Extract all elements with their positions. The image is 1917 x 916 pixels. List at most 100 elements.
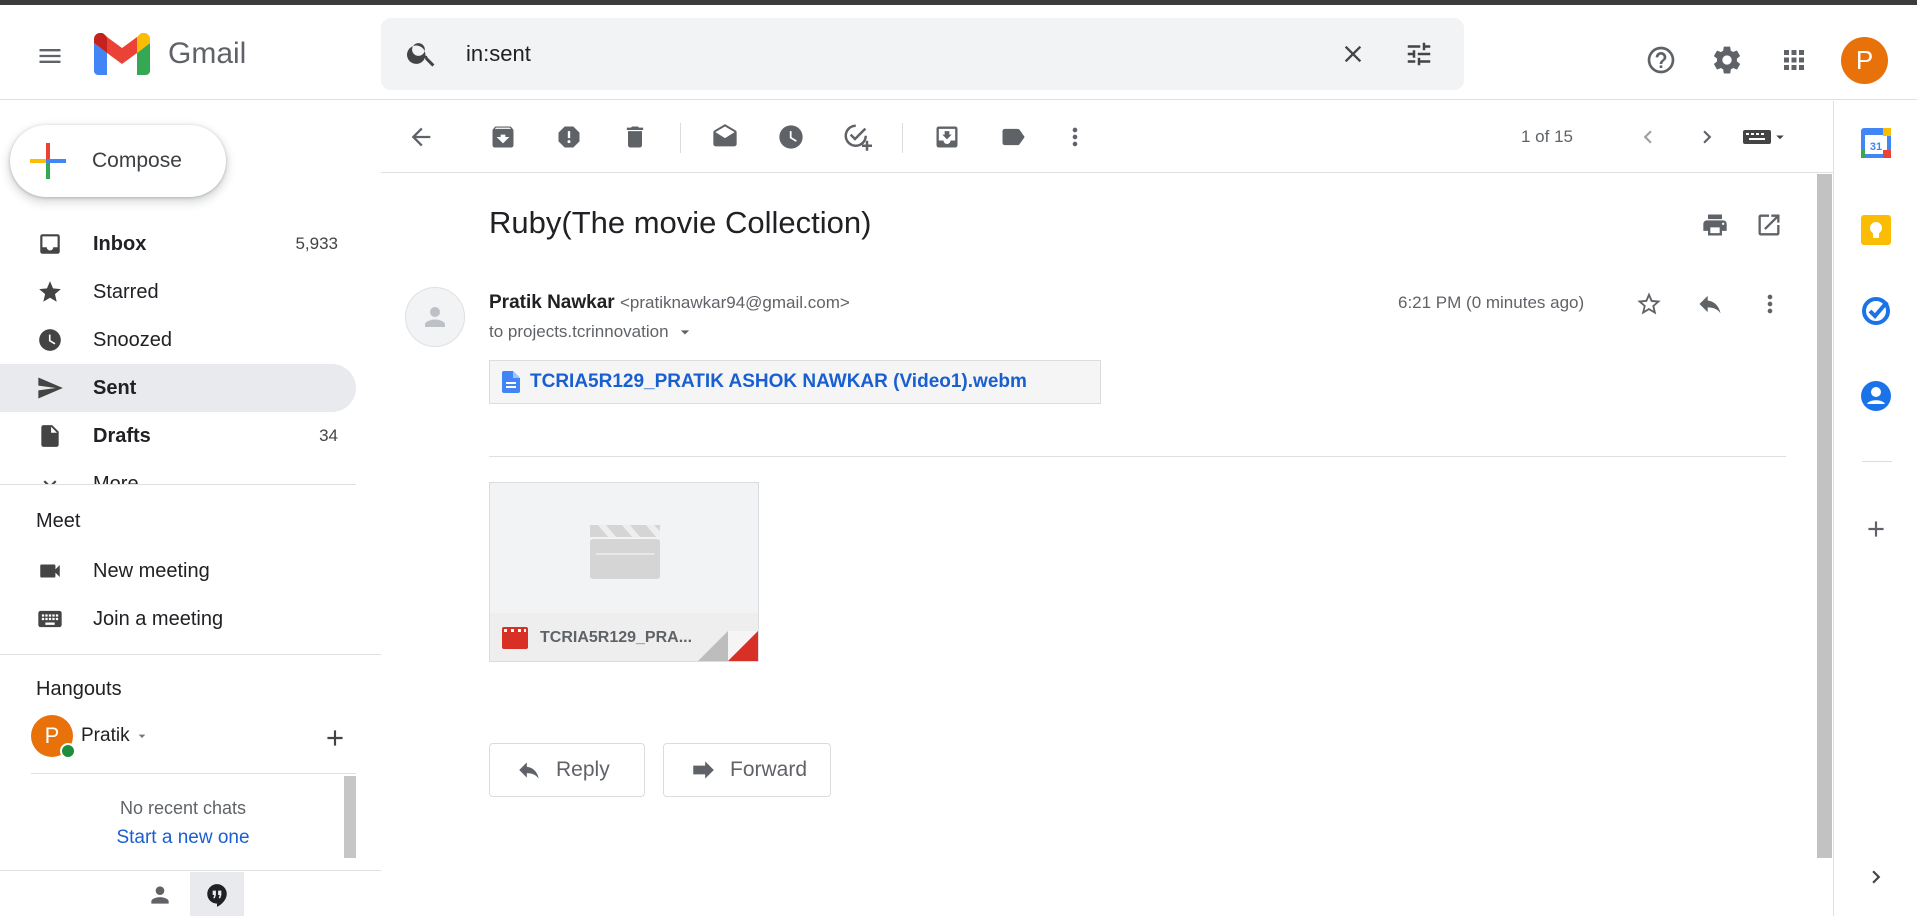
message-toolbar: 1 of 15 (381, 101, 1833, 173)
meet-section-title: Meet (36, 510, 81, 532)
chats-scrollbar[interactable] (344, 776, 356, 858)
apps-grid-icon (1784, 50, 1804, 70)
close-icon (1344, 45, 1362, 63)
start-new-chat-link[interactable]: Start a new one (31, 827, 335, 849)
reply-icon (519, 762, 539, 779)
open-new-window-button[interactable] (1747, 203, 1791, 247)
sidebar-item-more[interactable]: More (0, 460, 356, 484)
dropdown-arrow-icon (680, 330, 689, 335)
archive-icon (492, 126, 514, 148)
report-spam-button[interactable] (547, 115, 591, 159)
sender-name[interactable]: Pratik Nawkar (489, 292, 615, 313)
sidebar-item-sent[interactable]: Sent (0, 364, 356, 412)
more-actions-button[interactable] (1053, 115, 1097, 159)
snooze-button[interactable] (769, 115, 813, 159)
contacts-icon (1861, 381, 1891, 411)
hangouts-status-selector[interactable]: P Pratik (31, 714, 150, 759)
email-subject: Ruby(The movie Collection) (489, 205, 872, 240)
chevron-down-icon (36, 470, 64, 484)
account-avatar[interactable]: P (1841, 37, 1888, 84)
star-outline-icon (1637, 292, 1661, 315)
sidebar-item-label: Snoozed (93, 328, 172, 351)
mark-unread-button[interactable] (703, 115, 747, 159)
toolbar-divider (902, 123, 903, 153)
hangouts-tab[interactable] (190, 872, 244, 916)
forward-button[interactable]: Forward (663, 743, 831, 797)
plus-icon (1868, 521, 1884, 537)
person-icon (425, 307, 445, 327)
add-task-icon (844, 124, 872, 151)
search-options-button[interactable] (1399, 34, 1439, 74)
recipient-text: to projects.tcrinnovation (489, 322, 669, 341)
attachment-card-name: TCRIA5R129_PRA... (540, 629, 693, 646)
contacts-tab[interactable] (140, 877, 180, 913)
compose-label: Compose (92, 149, 182, 172)
newer-button[interactable] (1626, 115, 1670, 159)
calendar-addon-button[interactable]: 31 (1854, 121, 1898, 165)
print-all-button[interactable] (1693, 203, 1737, 247)
hangouts-section-title: Hangouts (36, 678, 122, 700)
reply-label: Reply (556, 758, 610, 781)
join-meeting-button[interactable]: Join a meeting (0, 597, 356, 641)
clock-icon (779, 125, 803, 149)
keep-addon-button[interactable] (1854, 208, 1898, 252)
inbox-icon (36, 230, 64, 258)
new-meeting-button[interactable]: New meeting (0, 549, 356, 593)
attachment-corner-fold-icon (698, 631, 758, 661)
sidebar-item-label: Drafts (93, 424, 151, 447)
sender-avatar[interactable] (405, 287, 465, 347)
side-panel: 31 (1833, 101, 1917, 916)
tasks-addon-button[interactable] (1854, 289, 1898, 333)
pager-text: 1 of 15 (1521, 127, 1573, 146)
person-icon (151, 886, 169, 904)
search-bar[interactable] (381, 18, 1464, 90)
sidebar-item-drafts[interactable]: Drafts 34 (0, 412, 356, 460)
sidebar-item-label: Inbox (93, 232, 147, 255)
add-to-tasks-button[interactable] (835, 115, 879, 159)
back-button[interactable] (399, 115, 443, 159)
compose-plus-icon (30, 143, 66, 179)
settings-button[interactable] (1704, 37, 1750, 83)
message-scrollbar[interactable] (1817, 174, 1832, 858)
clock-icon (36, 326, 64, 354)
sender-line: Pratik Nawkar <pratiknawkar94@gmail.com> (489, 292, 850, 314)
reply-icon (1699, 295, 1721, 314)
no-recent-chats-text: No recent chats (119, 798, 247, 818)
input-tools-button[interactable] (1721, 115, 1811, 159)
contacts-addon-button[interactable] (1854, 374, 1898, 418)
search-input[interactable] (466, 38, 1266, 70)
google-apps-button[interactable] (1771, 37, 1817, 83)
sidebar-item-starred[interactable]: Starred (0, 268, 356, 316)
compose-button[interactable]: Compose (10, 125, 226, 197)
sidebar-item-inbox[interactable]: Inbox 5,933 (0, 220, 356, 268)
main-menu-button[interactable] (26, 32, 74, 80)
top-bar: Gmail P (0, 5, 1917, 100)
recipients-toggle[interactable]: to projects.tcrinnovation (489, 322, 695, 342)
sidebar-item-label: Starred (93, 280, 159, 303)
file-icon (502, 371, 520, 393)
move-to-button[interactable] (925, 115, 969, 159)
new-chat-button[interactable] (317, 720, 353, 756)
clear-search-button[interactable] (1333, 34, 1373, 74)
star-message-button[interactable] (1627, 282, 1671, 326)
hide-side-panel-button[interactable] (1854, 855, 1898, 899)
sender-email: <pratiknawkar94@gmail.com> (619, 293, 850, 312)
gmail-logo[interactable]: Gmail (94, 33, 246, 75)
hangouts-avatar-letter: P (44, 723, 60, 748)
attachment-card[interactable]: TCRIA5R129_PRA... (489, 482, 759, 662)
reply-icon-button[interactable] (1688, 282, 1732, 326)
reply-button[interactable]: Reply (489, 743, 645, 797)
archive-button[interactable] (481, 115, 525, 159)
tasks-check-icon (1862, 297, 1890, 325)
chevron-left-icon (1643, 130, 1652, 144)
sidebar-item-snoozed[interactable]: Snoozed (0, 316, 356, 364)
attachment-link[interactable]: TCRIA5R129_PRATIK ASHOK NAWKAR (Video1).… (489, 360, 1101, 404)
delete-button[interactable] (613, 115, 657, 159)
message-more-button[interactable] (1748, 282, 1792, 326)
recent-chats-panel: No recent chats Start a new one (31, 773, 356, 859)
support-button[interactable] (1638, 37, 1684, 83)
search-icon[interactable] (405, 36, 439, 70)
get-addons-button[interactable] (1854, 507, 1898, 551)
labels-button[interactable] (991, 115, 1035, 159)
attachments-divider (489, 456, 1786, 457)
